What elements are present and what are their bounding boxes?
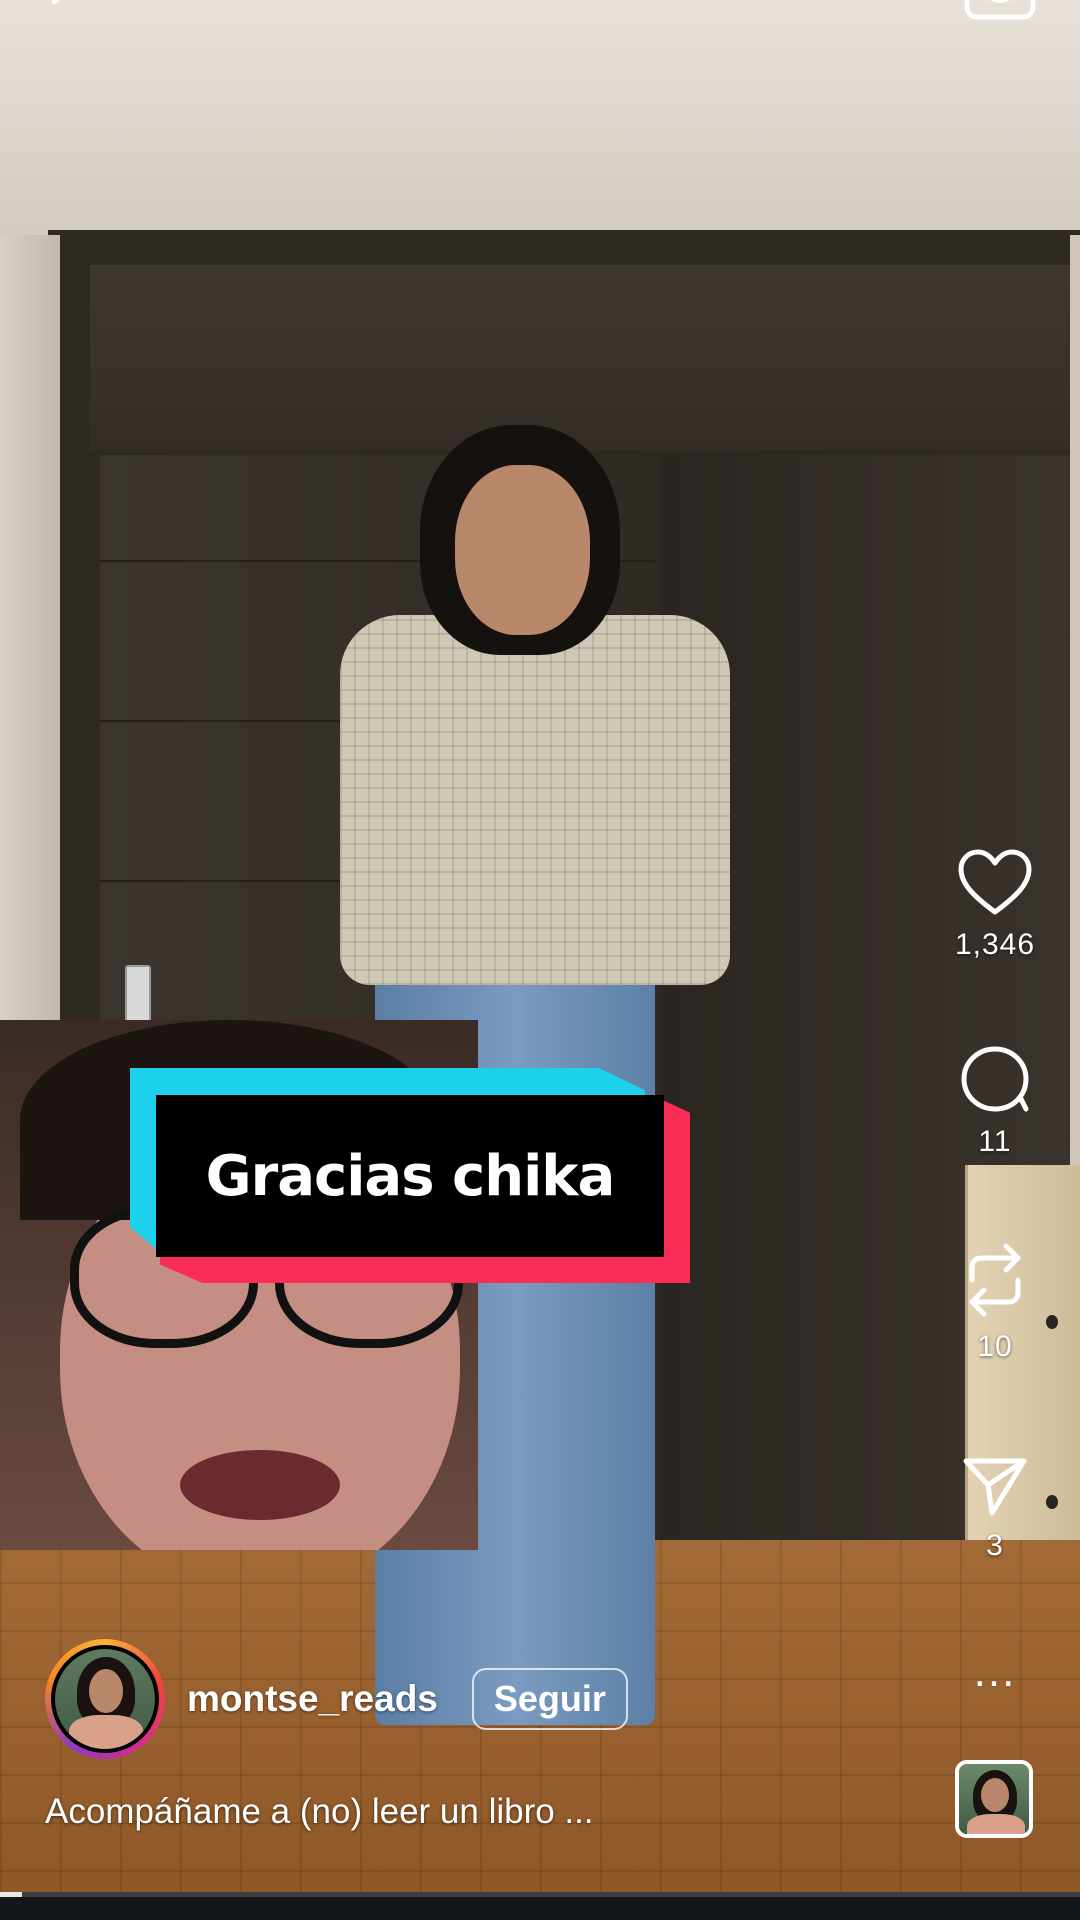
scene-ceiling — [0, 0, 1080, 235]
avatar-photo — [55, 1649, 155, 1749]
comment-count: 11 — [978, 1125, 1012, 1158]
like-button[interactable]: 1,346 — [940, 848, 1050, 962]
caption-sticker-text: Gracias chika — [205, 1143, 616, 1209]
sticker-black-box: Gracias chika — [156, 1095, 664, 1257]
playback-progress-bar[interactable] — [0, 1892, 1080, 1897]
heart-icon — [958, 849, 1032, 915]
comment-button[interactable]: 11 — [940, 1043, 1050, 1159]
more-options-button[interactable]: ... — [940, 1650, 1050, 1694]
paper-plane-icon — [963, 1458, 1027, 1516]
chevron-left-icon — [51, 0, 60, 5]
caption-sticker: Gracias chika — [130, 1068, 690, 1283]
playback-progress-fill — [0, 1892, 22, 1897]
audio-thumbnail[interactable] — [955, 1760, 1033, 1838]
camera-icon — [964, 0, 1036, 20]
more-icon: ... — [973, 1647, 1017, 1696]
follow-button[interactable]: Seguir — [471, 1668, 628, 1730]
camera-button[interactable] — [960, 0, 1040, 22]
post-caption[interactable]: Acompáñame a (no) leer un libro ... — [45, 1792, 594, 1832]
author-username[interactable]: montse_reads — [187, 1678, 438, 1720]
avatar[interactable] — [45, 1639, 165, 1759]
scene-closet-header — [90, 265, 1080, 450]
like-count: 1,346 — [954, 928, 1036, 961]
repost-icon — [969, 1243, 1021, 1317]
author-row: montse_reads Seguir — [45, 1638, 628, 1760]
repost-button[interactable]: 10 — [940, 1240, 1050, 1364]
share-button[interactable]: 3 — [940, 1455, 1050, 1563]
reel-video-frame[interactable] — [0, 0, 1080, 1920]
back-button[interactable] — [40, 0, 90, 22]
comment-icon — [961, 1046, 1029, 1112]
repost-count: 10 — [977, 1330, 1013, 1363]
share-count: 3 — [986, 1529, 1004, 1562]
